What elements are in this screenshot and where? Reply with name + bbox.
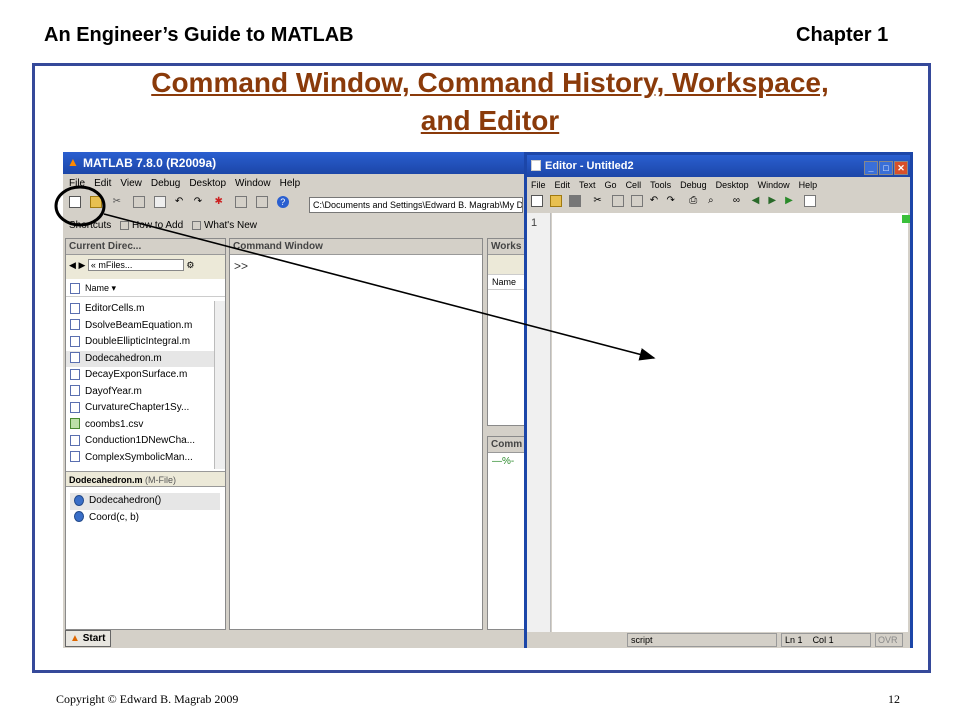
annotation-overlay (54, 185, 656, 361)
highlight-circle (54, 185, 106, 227)
copyright: Copyright © Edward B. Magrab 2009 (56, 692, 239, 706)
page-number: 12 (888, 692, 900, 706)
annotation-arrow (103, 213, 656, 361)
